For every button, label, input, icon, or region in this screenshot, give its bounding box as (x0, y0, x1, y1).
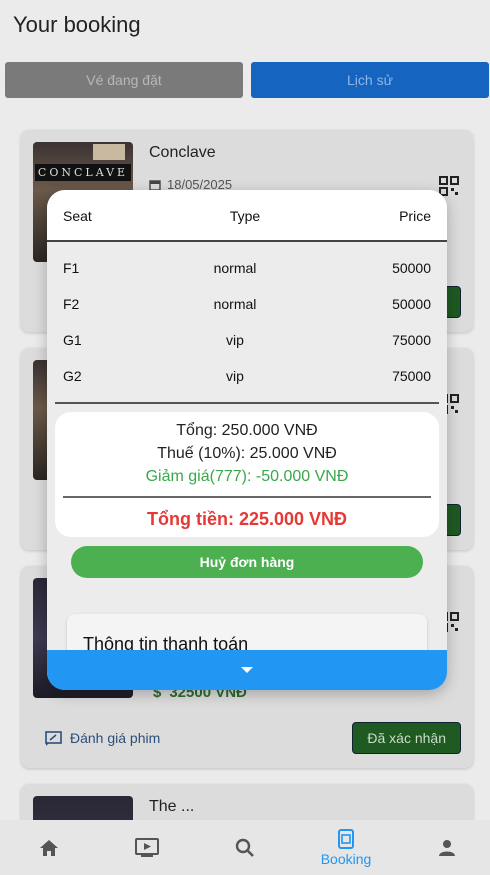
movie-title: The ... (149, 798, 195, 815)
booking-icon (338, 828, 354, 849)
seat-row: G2 vip 75000 (47, 358, 447, 394)
caret-down-icon (241, 667, 253, 673)
tab-current-bookings[interactable]: Vé đang đặt (5, 62, 243, 98)
poster-figure (93, 144, 125, 160)
seat-row: F2 normal 50000 (47, 286, 447, 322)
seat-price: 50000 (392, 296, 431, 312)
summary-divider (63, 496, 431, 498)
nav-profile[interactable] (398, 820, 490, 875)
seat-row: G1 vip 75000 (47, 322, 447, 358)
nav-home[interactable] (0, 820, 98, 875)
nav-booking[interactable]: Booking (297, 820, 395, 875)
subtotal: Tổng: 250.000 VNĐ (176, 422, 318, 439)
page-title: Your booking (13, 12, 141, 37)
seat-price: 75000 (392, 368, 431, 384)
rate-movie-label: Đánh giá phim (70, 730, 161, 746)
booking-detail-dialog: Seat Type Price F1 normal 50000 F2 norma… (47, 190, 447, 690)
movie-title: Conclave (149, 144, 216, 161)
seat-type: vip (226, 368, 244, 384)
seat-type: normal (213, 260, 257, 276)
seat-type: normal (213, 296, 257, 312)
status-button[interactable]: Đã xác nhận (352, 722, 461, 754)
rate-movie-link[interactable]: Đánh giá phim (45, 730, 160, 746)
calendar-icon (149, 179, 161, 191)
home-icon (40, 839, 58, 856)
seat-price: 75000 (392, 332, 431, 348)
rate-review-icon (45, 730, 62, 746)
seat-table-header: Seat Type Price (47, 190, 447, 242)
tab-history[interactable]: Lịch sử (251, 62, 489, 98)
movie-icon (135, 837, 159, 857)
tax: Thuế (10%): 25.000 VNĐ (157, 445, 337, 462)
header-price: Price (399, 208, 431, 224)
seat-price: 50000 (392, 260, 431, 276)
booking-screen: Your booking Vé đang đặt Lịch sử CONCLAV… (0, 0, 490, 875)
seat-type: vip (226, 332, 244, 348)
grand-total: Tổng tiền: 225.000 VNĐ (146, 509, 348, 529)
price-summary: Tổng: 250.000 VNĐ Thuế (10%): 25.000 VNĐ… (55, 412, 439, 537)
collapse-dialog-button[interactable] (47, 650, 447, 690)
table-divider (55, 402, 439, 404)
seat-row: F1 normal 50000 (47, 250, 447, 286)
nav-movies[interactable] (98, 820, 196, 875)
discount: Giảm giá(777): -50.000 VNĐ (145, 468, 349, 485)
nav-booking-label: Booking (320, 850, 372, 867)
bottom-navigation: Booking (0, 820, 490, 875)
search-icon (235, 838, 254, 857)
poster-title: CONCLAVE (35, 164, 131, 181)
header-type: Type (229, 208, 261, 224)
cancel-order-button[interactable]: Huỷ đơn hàng (71, 546, 423, 578)
person-icon (439, 839, 455, 856)
nav-search[interactable] (196, 820, 294, 875)
